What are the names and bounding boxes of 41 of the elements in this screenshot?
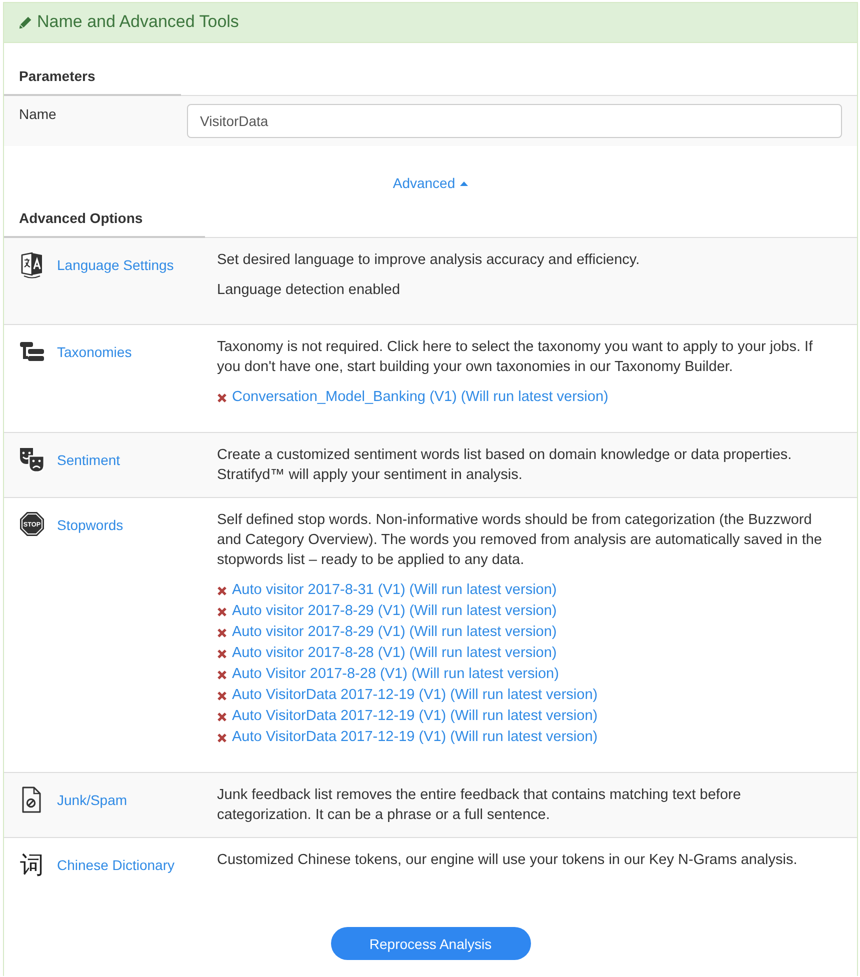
character-icon: 词	[19, 851, 45, 879]
panel-title: Name and Advanced Tools	[37, 12, 239, 32]
remove-icon[interactable]	[217, 392, 227, 402]
option-link[interactable]: Taxonomies	[57, 342, 132, 362]
item-link[interactable]: Auto visitor 2017-8-31 (V1) (Will run latest version)	[232, 580, 557, 601]
remove-icon[interactable]	[217, 628, 227, 638]
item-link[interactable]: Auto visitor 2017-8-29 (V1) (Will run latest version)	[232, 622, 557, 643]
pencil-icon	[19, 16, 32, 28]
field-label: Name	[18, 105, 58, 124]
option-description: Junk feedback list removes the entire feedback that contains matching text before categorization. It can be a phrase or a full sentence.	[217, 786, 742, 825]
remove-icon[interactable]	[217, 586, 227, 596]
option-description: Create a customized sentiment words list based on domain knowledge or data properties. Stratifyd™ will apply your sentiment in analysis.	[217, 446, 793, 485]
name-input[interactable]: VisitorData	[187, 104, 842, 138]
remove-icon[interactable]	[217, 606, 227, 616]
item-link[interactable]: Auto visitor 2017-8-28 (V1) (Will run latest version)	[232, 643, 557, 664]
option-description: Set desired language to improve analysis accuracy and efficiency.	[217, 251, 641, 270]
status-text: Language detection enabled	[217, 281, 402, 300]
option-description: Customized Chinese tokens, our engine will use your tokens in our Key N-Grams analysis.	[217, 851, 798, 870]
remove-icon[interactable]	[217, 670, 227, 680]
reprocess-button[interactable]: Reprocess Analysis	[330, 927, 530, 960]
item-link[interactable]: Conversation_Model_Banking (V1) (Will run latest version)	[232, 387, 608, 408]
item-link[interactable]: Auto VisitorData 2017-12-19 (V1) (Will run latest version)	[232, 727, 598, 748]
option-link[interactable]: Stopwords	[57, 515, 124, 535]
remove-icon[interactable]	[217, 712, 227, 722]
option-link[interactable]: Language Settings	[57, 255, 174, 275]
translate-icon	[19, 251, 45, 279]
item-link[interactable]: Auto VisitorData 2017-12-19 (V1) (Will run latest version)	[232, 685, 598, 706]
option-link[interactable]: Chinese Dictionary	[57, 855, 174, 875]
caret-icon	[460, 180, 468, 186]
item-link[interactable]: Auto Visitor 2017-8-28 (V1) (Will run latest version)	[232, 664, 559, 685]
option-link[interactable]: Sentiment	[57, 450, 120, 470]
remove-icon[interactable]	[217, 690, 227, 700]
item-link[interactable]: Auto VisitorData 2017-12-19 (V1) (Will run latest version)	[232, 706, 598, 727]
advanced-toggle[interactable]: Advanced	[392, 173, 468, 193]
option-description: Self defined stop words. Non-informative words should be from categorization (the Buzzword and Category Overview). The words you removed from analysis are automatically saved in the stopwords list – ready to be applied to any data.	[217, 511, 823, 570]
theater-masks-icon	[19, 446, 45, 474]
option-link[interactable]: Junk/Spam	[57, 790, 128, 810]
option-description: Taxonomy is not required. Click here to select the taxonomy you want to apply to your jobs. If you don't have one, start building your own taxonomies in our Taxonomy Builder.	[217, 338, 814, 377]
remove-icon[interactable]	[217, 648, 227, 658]
item-link[interactable]: Auto visitor 2017-8-29 (V1) (Will run latest version)	[232, 601, 557, 622]
remove-icon[interactable]	[217, 732, 227, 742]
